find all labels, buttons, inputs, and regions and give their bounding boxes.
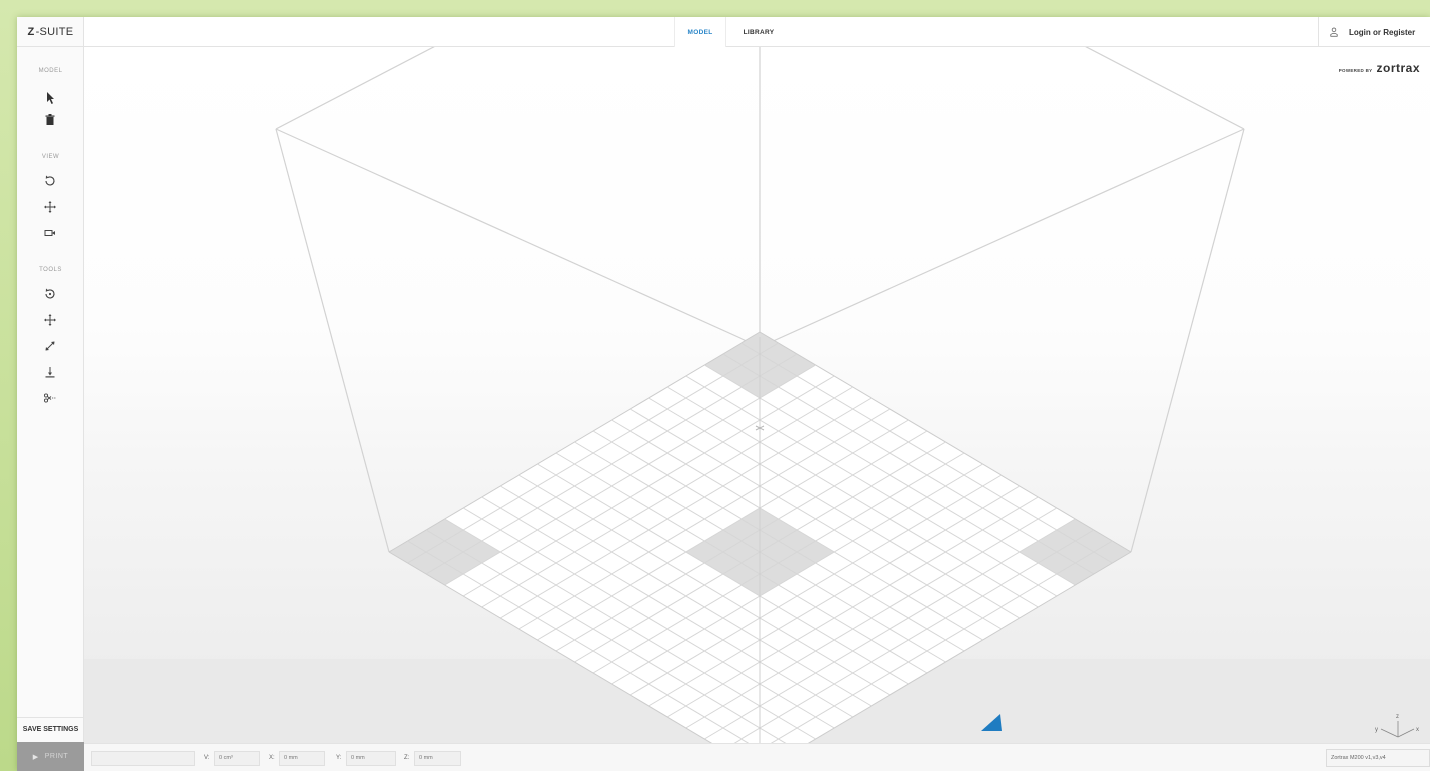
trash-icon [45, 114, 55, 125]
3d-viewport[interactable]: z y x [84, 47, 1430, 743]
camera-icon [44, 230, 55, 236]
select-tool-button[interactable] [40, 88, 60, 108]
print-label: PRINT [44, 753, 69, 760]
y-size-field[interactable]: 0 mm [346, 751, 396, 766]
logo-text: -SUITE [35, 25, 74, 38]
cut-icon [43, 393, 56, 403]
window-frame: z y x MODEL LIBRARY Login or Register PO… [0, 0, 1430, 771]
volume-label: V: [204, 755, 210, 761]
z-size-label: Z: [404, 755, 410, 761]
logo-mark: Z [27, 25, 35, 38]
build-volume-scene: z y x [275, 47, 1419, 743]
tab-library[interactable]: LIBRARY [734, 17, 784, 47]
scale-icon [45, 341, 55, 351]
pan-view-button[interactable] [40, 197, 60, 217]
y-size-label: Y: [336, 755, 342, 761]
rotate-model-icon [45, 288, 55, 299]
model-name-field[interactable] [91, 751, 195, 766]
bottom-status-bar: V: 0 cm³ X: 0 mm Y: 0 mm Z: 0 mm Zortrax… [84, 743, 1430, 771]
select-icon [47, 92, 54, 104]
lay-flat-button[interactable] [40, 362, 60, 382]
save-settings-button[interactable]: SAVE SETTINGS [17, 717, 84, 741]
tab-model[interactable]: MODEL [674, 17, 726, 47]
rotate-model-button[interactable] [40, 284, 60, 304]
top-bar: MODEL LIBRARY Login or Register [84, 17, 1430, 47]
scale-button[interactable] [40, 336, 60, 356]
x-size-field[interactable]: 0 mm [279, 751, 325, 766]
left-toolbar: Z -SUITE MODEL VIEW TOOLS SAVE SETTINGS … [17, 17, 84, 771]
app-logo: Z -SUITE [17, 17, 84, 47]
camera-view-button[interactable] [40, 223, 60, 243]
lay-flat-icon [45, 367, 55, 378]
camera-orientation-marker [981, 714, 1002, 731]
user-icon [1327, 25, 1341, 39]
login-button[interactable]: Login or Register [1318, 17, 1430, 47]
section-view-label: VIEW [41, 154, 60, 160]
delete-button[interactable] [40, 110, 60, 130]
powered-by-text: POWERED BY [1338, 68, 1373, 73]
volume-field[interactable]: 0 cm³ [214, 751, 260, 766]
move-model-button[interactable] [40, 310, 60, 330]
axis-gizmo-icon: z y x [1375, 714, 1419, 738]
axis-y-label: y [1375, 727, 1378, 733]
play-icon: ▶ [32, 753, 39, 761]
print-button[interactable]: ▶ PRINT [17, 742, 84, 771]
powered-by-logo: POWERED BY zortrax [1339, 61, 1420, 75]
rotate-view-button[interactable] [40, 171, 60, 191]
z-size-field[interactable]: 0 mm [414, 751, 461, 766]
axis-x-label: x [1416, 727, 1419, 733]
section-tools-label: TOOLS [39, 267, 62, 273]
pan-view-icon [44, 201, 56, 213]
x-size-label: X: [269, 755, 275, 761]
axis-z-label: z [1396, 714, 1399, 720]
rotate-view-icon [45, 175, 55, 186]
move-model-icon [44, 314, 56, 326]
cut-button[interactable] [40, 388, 60, 408]
z-suite-app: z y x MODEL LIBRARY Login or Register PO… [17, 17, 1430, 771]
printer-select[interactable]: Zortrax M200 v1,v3,v4 [1326, 749, 1430, 767]
section-model-label: MODEL [38, 68, 63, 74]
zortrax-logo: zortrax [1376, 61, 1420, 75]
login-label: Login or Register [1349, 27, 1416, 37]
